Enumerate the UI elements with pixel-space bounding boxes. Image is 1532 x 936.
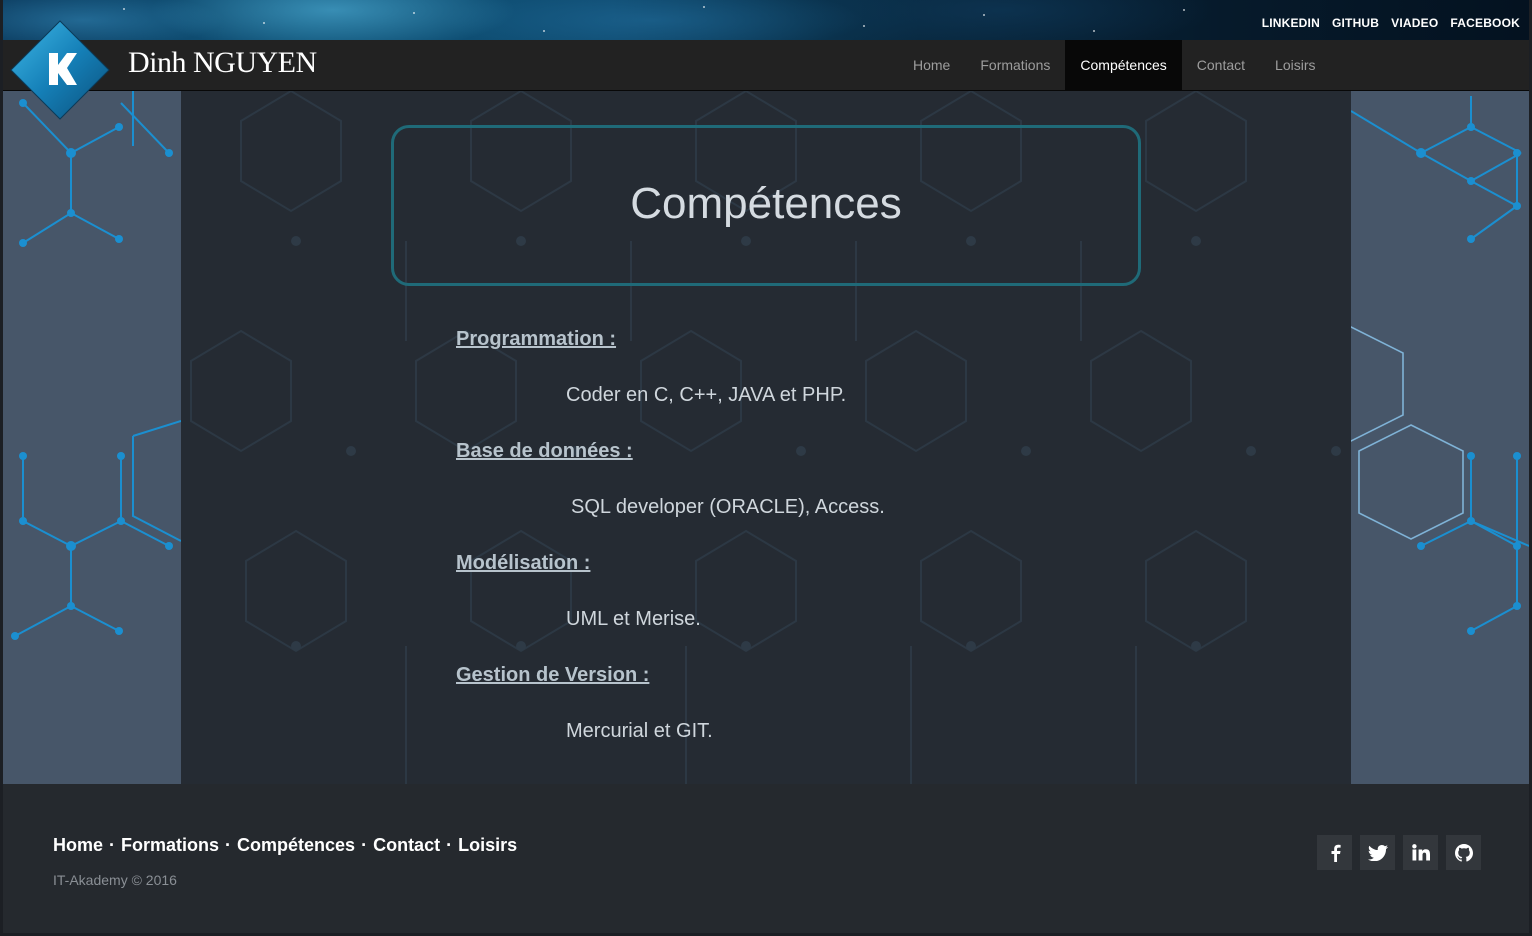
github-button[interactable]: [1446, 835, 1481, 870]
footer-link-contact[interactable]: Contact: [373, 835, 440, 856]
nav-formations[interactable]: Formations: [965, 40, 1065, 90]
footer-link-home[interactable]: Home: [53, 835, 103, 856]
section-text-gestion-de-version: Mercurial et GIT.: [566, 720, 713, 742]
section-heading-programmation: Programmation :: [456, 328, 617, 350]
right-decoration: [1351, 91, 1529, 784]
section-heading-gestion-de-version: Gestion de Version :: [456, 664, 650, 686]
footer-social-buttons: [1317, 835, 1481, 870]
copyright-text: IT-Akademy © 2016: [53, 872, 177, 888]
title-box: Compétences: [391, 125, 1141, 286]
brand-name[interactable]: Dinh NGUYEN: [128, 46, 317, 80]
top-banner: LINKEDIN GITHUB VIADEO FACEBOOK: [3, 0, 1529, 40]
page-title: Compétences: [630, 178, 902, 228]
page-frame: LINKEDIN GITHUB VIADEO FACEBOOK Dinh NGU…: [3, 0, 1529, 933]
facebook-icon: [1331, 844, 1341, 862]
navbar: Dinh NGUYEN Home Formations Compétences …: [3, 40, 1529, 91]
left-decoration: [3, 91, 181, 784]
footer-link-competences[interactable]: Compétences: [237, 835, 355, 856]
nav-contact[interactable]: Contact: [1182, 40, 1260, 90]
section-heading-base-de-donnees: Base de données :: [456, 440, 633, 462]
section-text-programmation: Coder en C, C++, JAVA et PHP.: [566, 384, 847, 406]
top-social-links: LINKEDIN GITHUB VIADEO FACEBOOK: [1262, 16, 1520, 30]
footer-separator: ·: [446, 835, 453, 855]
section-text-modelisation: UML et Merise.: [566, 608, 701, 630]
footer-link-loisirs[interactable]: Loisirs: [458, 835, 517, 856]
viadeo-link[interactable]: VIADEO: [1391, 16, 1438, 30]
footer: Home · Formations · Compétences · Contac…: [3, 784, 1529, 933]
section-heading-modelisation: Modélisation :: [456, 552, 591, 574]
footer-separator: ·: [361, 835, 368, 855]
footer-link-formations[interactable]: Formations: [121, 835, 219, 856]
linkedin-link[interactable]: LINKEDIN: [1262, 16, 1320, 30]
main-nav: Home Formations Compétences Contact Lois…: [898, 40, 1331, 90]
section-text-base-de-donnees: SQL developer (ORACLE), Access.: [571, 496, 885, 518]
facebook-link[interactable]: FACEBOOK: [1450, 16, 1520, 30]
twitter-button[interactable]: [1360, 835, 1395, 870]
footer-separator: ·: [109, 835, 116, 855]
nav-competences[interactable]: Compétences: [1065, 40, 1182, 90]
github-icon: [1454, 843, 1473, 862]
nav-loisirs[interactable]: Loisirs: [1260, 40, 1330, 90]
footer-separator: ·: [225, 835, 232, 855]
github-link[interactable]: GITHUB: [1332, 16, 1379, 30]
footer-links: Home · Formations · Compétences · Contac…: [53, 835, 517, 856]
linkedin-button[interactable]: [1403, 835, 1438, 870]
linkedin-icon: [1411, 844, 1430, 861]
facebook-button[interactable]: [1317, 835, 1352, 870]
logo-icon[interactable]: [9, 19, 111, 121]
main-content: Compétences Programmation : Coder en C, …: [181, 91, 1351, 784]
twitter-icon: [1367, 844, 1388, 861]
nav-home[interactable]: Home: [898, 40, 965, 90]
